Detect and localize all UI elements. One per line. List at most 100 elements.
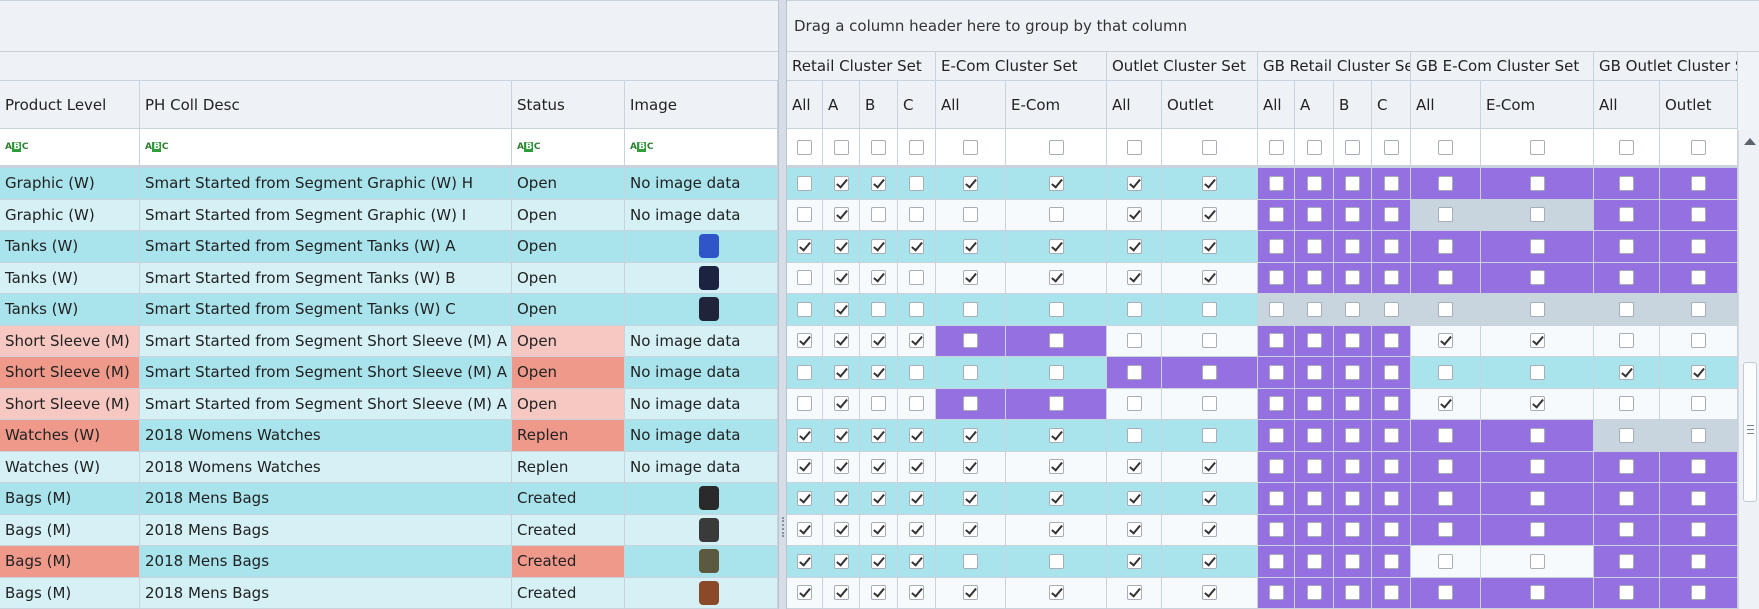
checked-checkbox[interactable] xyxy=(833,522,849,538)
cluster-checkbox-cell[interactable] xyxy=(860,577,898,609)
unchecked-checkbox[interactable] xyxy=(1691,522,1706,538)
cluster-checkbox-cell[interactable] xyxy=(898,483,936,515)
cluster-checkbox-cell[interactable] xyxy=(898,325,936,357)
checked-checkbox[interactable] xyxy=(833,459,849,475)
cluster-checkbox-cell[interactable] xyxy=(1594,199,1660,231)
unchecked-checkbox[interactable] xyxy=(1438,364,1453,380)
unchecked-checkbox[interactable] xyxy=(1048,207,1064,223)
col-header-all[interactable]: All xyxy=(1594,81,1660,129)
cluster-checkbox-cell[interactable] xyxy=(1594,451,1660,483)
table-row[interactable]: Bags (M) 2018 Mens Bags Created xyxy=(0,514,778,546)
table-row[interactable] xyxy=(787,231,1738,263)
unchecked-checkbox[interactable] xyxy=(963,553,978,569)
filter-checkbox[interactable] xyxy=(1529,139,1545,155)
cluster-checkbox-cell[interactable] xyxy=(1481,388,1594,420)
cluster-checkbox-cell[interactable] xyxy=(860,388,898,420)
cluster-checkbox-cell[interactable] xyxy=(1162,262,1258,294)
cluster-checkbox-cell[interactable] xyxy=(1411,199,1481,231)
cluster-checkbox-cell[interactable] xyxy=(1107,483,1162,515)
checked-checkbox[interactable] xyxy=(833,427,849,443)
unchecked-checkbox[interactable] xyxy=(963,333,978,349)
unchecked-checkbox[interactable] xyxy=(1202,333,1217,349)
filter-checkbox-cell[interactable] xyxy=(1006,129,1107,166)
checked-checkbox[interactable] xyxy=(871,522,886,538)
checked-checkbox[interactable] xyxy=(1048,522,1064,538)
unchecked-checkbox[interactable] xyxy=(1345,333,1360,349)
cluster-checkbox-cell[interactable] xyxy=(1006,546,1107,578)
checked-checkbox[interactable] xyxy=(833,238,849,254)
band-header-e-com-cluster-set[interactable]: E-Com Cluster Set xyxy=(936,52,1107,81)
checked-checkbox[interactable] xyxy=(871,490,886,506)
unchecked-checkbox[interactable] xyxy=(1529,175,1545,191)
cluster-checkbox-cell[interactable] xyxy=(1660,168,1738,200)
cluster-checkbox-cell[interactable] xyxy=(1006,420,1107,452)
cluster-checkbox-cell[interactable] xyxy=(823,199,860,231)
cluster-checkbox-cell[interactable] xyxy=(1107,357,1162,389)
unchecked-checkbox[interactable] xyxy=(963,364,978,380)
cluster-checkbox-cell[interactable] xyxy=(1258,199,1295,231)
cluster-checkbox-cell[interactable] xyxy=(898,262,936,294)
cluster-checkbox-cell[interactable] xyxy=(1594,388,1660,420)
unchecked-checkbox[interactable] xyxy=(1383,427,1399,443)
unchecked-checkbox[interactable] xyxy=(1619,333,1634,349)
checked-checkbox[interactable] xyxy=(1126,490,1142,506)
cluster-checkbox-cell[interactable] xyxy=(1372,420,1411,452)
unchecked-checkbox[interactable] xyxy=(1048,333,1064,349)
unchecked-checkbox[interactable] xyxy=(1691,459,1706,475)
col-header-all[interactable]: All xyxy=(1258,81,1295,129)
cluster-checkbox-cell[interactable] xyxy=(1107,325,1162,357)
cluster-checkbox-cell[interactable] xyxy=(1258,294,1295,326)
unchecked-checkbox[interactable] xyxy=(963,207,978,223)
unchecked-checkbox[interactable] xyxy=(1306,333,1322,349)
unchecked-checkbox[interactable] xyxy=(1529,459,1545,475)
cluster-checkbox-cell[interactable] xyxy=(1372,262,1411,294)
cluster-checkbox-cell[interactable] xyxy=(1334,262,1372,294)
cluster-checkbox-cell[interactable] xyxy=(1006,483,1107,515)
cluster-checkbox-cell[interactable] xyxy=(1258,420,1295,452)
cluster-checkbox-cell[interactable] xyxy=(1594,483,1660,515)
checked-checkbox[interactable] xyxy=(909,490,924,506)
checked-checkbox[interactable] xyxy=(871,175,886,191)
unchecked-checkbox[interactable] xyxy=(1529,522,1545,538)
unchecked-checkbox[interactable] xyxy=(1268,427,1284,443)
cluster-checkbox-cell[interactable] xyxy=(1594,420,1660,452)
unchecked-checkbox[interactable] xyxy=(1345,364,1360,380)
cluster-checkbox-cell[interactable] xyxy=(787,262,823,294)
checked-checkbox[interactable] xyxy=(1202,207,1217,223)
cluster-checkbox-cell[interactable] xyxy=(898,168,936,200)
cluster-checkbox-cell[interactable] xyxy=(1258,168,1295,200)
cluster-checkbox-cell[interactable] xyxy=(823,483,860,515)
checked-checkbox[interactable] xyxy=(1202,553,1217,569)
table-row[interactable]: Tanks (W) Smart Started from Segment Tank… xyxy=(0,231,778,263)
cluster-checkbox-cell[interactable] xyxy=(1372,294,1411,326)
cluster-checkbox-cell[interactable] xyxy=(1162,483,1258,515)
checked-checkbox[interactable] xyxy=(1048,585,1064,601)
cluster-checkbox-cell[interactable] xyxy=(898,231,936,263)
unchecked-checkbox[interactable] xyxy=(1383,333,1399,349)
checked-checkbox[interactable] xyxy=(1126,207,1142,223)
unchecked-checkbox[interactable] xyxy=(797,364,812,380)
checked-checkbox[interactable] xyxy=(1202,270,1217,286)
filter-checkbox-cell[interactable] xyxy=(1594,129,1660,166)
table-row[interactable]: Bags (M) 2018 Mens Bags Created xyxy=(0,546,778,578)
filter-checkbox[interactable] xyxy=(797,139,812,155)
checked-checkbox[interactable] xyxy=(833,301,849,317)
table-row[interactable]: Watches (W) 2018 Womens Watches Replen No i… xyxy=(0,420,778,452)
checked-checkbox[interactable] xyxy=(833,553,849,569)
col-header-e-com[interactable]: E-Com xyxy=(1006,81,1107,129)
checked-checkbox[interactable] xyxy=(871,459,886,475)
filter-cell[interactable]: ABC xyxy=(0,129,140,166)
checked-checkbox[interactable] xyxy=(1048,238,1064,254)
filter-checkbox[interactable] xyxy=(1619,139,1634,155)
cluster-checkbox-cell[interactable] xyxy=(898,546,936,578)
filter-checkbox-cell[interactable] xyxy=(787,129,823,166)
filter-checkbox-cell[interactable] xyxy=(1258,129,1295,166)
checked-checkbox[interactable] xyxy=(1529,396,1545,412)
unchecked-checkbox[interactable] xyxy=(1619,175,1634,191)
cluster-checkbox-cell[interactable] xyxy=(1334,168,1372,200)
unchecked-checkbox[interactable] xyxy=(1306,364,1322,380)
cluster-checkbox-cell[interactable] xyxy=(1107,420,1162,452)
unchecked-checkbox[interactable] xyxy=(1619,270,1634,286)
cluster-checkbox-cell[interactable] xyxy=(1660,420,1738,452)
unchecked-checkbox[interactable] xyxy=(1048,396,1064,412)
